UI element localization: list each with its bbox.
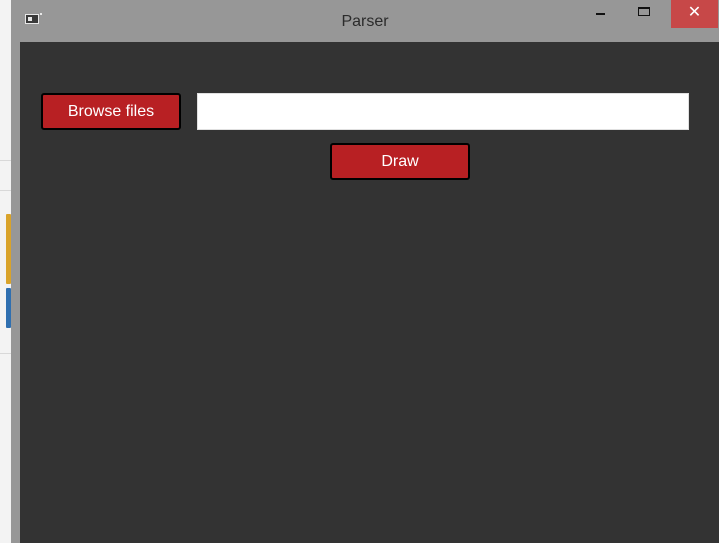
desktop-divider [0, 353, 11, 354]
parser-window: Parser ✕ Browse files Draw [11, 0, 719, 543]
close-icon: ✕ [687, 4, 702, 21]
maximize-button[interactable] [628, 0, 660, 28]
minimize-button[interactable] [585, 0, 617, 28]
client-area: Browse files Draw [20, 42, 719, 543]
maximize-icon [638, 7, 650, 16]
minimize-icon [596, 13, 605, 15]
draw-button[interactable]: Draw [330, 143, 470, 180]
background-desktop [0, 0, 11, 543]
desktop-divider [0, 160, 11, 161]
file-path-input[interactable] [197, 93, 689, 130]
browse-files-button[interactable]: Browse files [41, 93, 181, 130]
desktop-divider [0, 190, 11, 191]
title-bar[interactable]: Parser ✕ [11, 0, 719, 42]
close-button[interactable]: ✕ [671, 0, 718, 28]
